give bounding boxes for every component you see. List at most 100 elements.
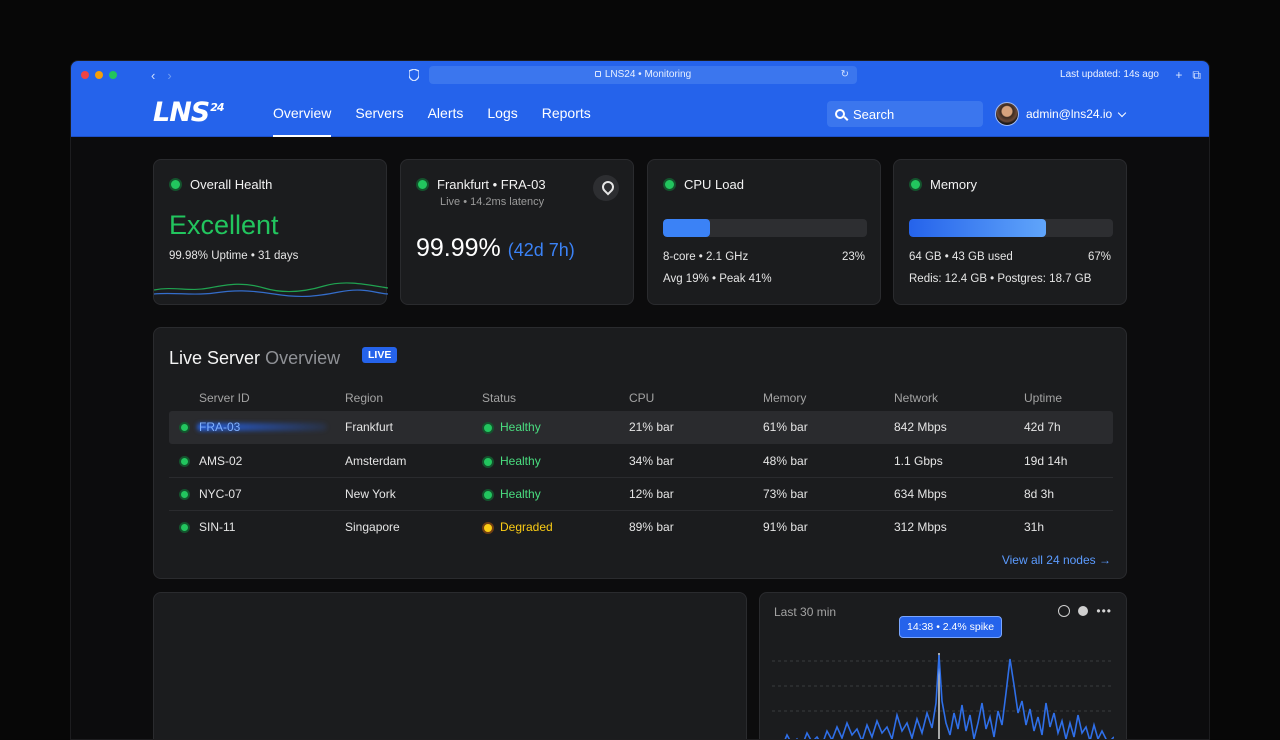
col-server-id[interactable]: Server ID xyxy=(199,388,250,408)
cpu-info: 8-core • 2.1 GHz xyxy=(663,251,749,263)
network-chart[interactable] xyxy=(772,643,1114,740)
copy-icon[interactable]: ⧉ xyxy=(1192,61,1201,89)
memory-percent: 67% xyxy=(1087,251,1111,263)
overall-health-card: Overall Health Excellent 99.98% Uptime •… xyxy=(153,159,388,305)
col-network[interactable]: Network xyxy=(894,388,938,408)
browser-actions: + ⧉ xyxy=(1175,61,1201,89)
logo[interactable]: LNS24 xyxy=(153,97,225,128)
cpu-value: 21% bar xyxy=(629,420,674,434)
cpu-load-card: CPU Load 8-core • 2.1 GHz 23% Avg 19% • … xyxy=(647,159,881,305)
overall-health-title: Overall Health xyxy=(190,177,273,192)
server-id[interactable]: NYC-07 xyxy=(199,478,242,511)
region: New York xyxy=(345,487,396,501)
server-id[interactable]: FRA-03 xyxy=(199,411,240,444)
address-text: LNS24 • Monitoring xyxy=(604,69,692,80)
app-header: LNS24 Overview Servers Alerts Logs Repor… xyxy=(71,89,1209,137)
memory-card: Memory 64 GB • 43 GB used 67% Redis: 12.… xyxy=(893,159,1127,305)
table-row[interactable]: AMS-02 Amsterdam Healthy 34% bar 48% bar… xyxy=(169,445,1113,478)
main-nav: Overview Servers Alerts Logs Reports xyxy=(273,89,603,137)
series-line xyxy=(784,654,1114,739)
table-row[interactable]: NYC-07 New York Healthy 12% bar 73% bar … xyxy=(169,478,1113,511)
minimize-window-button[interactable] xyxy=(95,71,103,79)
record-icon[interactable] xyxy=(1078,606,1089,616)
row-status-dot-icon xyxy=(179,522,190,533)
forward-arrow-icon[interactable]: › xyxy=(167,68,171,83)
history-arrows: ‹ › xyxy=(151,68,172,83)
status-dot-icon xyxy=(909,178,922,191)
reload-icon[interactable]: ↻ xyxy=(841,66,849,84)
health-status: Excellent xyxy=(169,210,279,240)
network-value: 842 Mbps xyxy=(894,420,947,434)
address-bar[interactable]: LNS24 • Monitoring ↻ xyxy=(429,66,857,84)
status-label: Healthy xyxy=(500,487,541,501)
memory-title: Memory xyxy=(930,177,977,192)
search-input[interactable] xyxy=(853,106,973,122)
cpu-value: 89% bar xyxy=(629,520,674,534)
col-uptime[interactable]: Uptime xyxy=(1024,388,1062,408)
time-range-label[interactable]: Last 30 min xyxy=(774,605,836,619)
table-row[interactable]: SIN-11 Singapore Degraded 89% bar 91% ba… xyxy=(169,511,1113,544)
browser-window: ‹ › LNS24 • Monitoring ↻ Last updated: 1… xyxy=(70,60,1210,740)
cpu-percent: 23% xyxy=(841,251,865,263)
server-id[interactable]: SIN-11 xyxy=(199,511,235,544)
uptime-value: 99.99% (42d 7h) xyxy=(416,234,575,263)
table-header: Server ID Region Status CPU Memory Netwo… xyxy=(169,388,1113,408)
cpu-load-title: CPU Load xyxy=(684,177,744,192)
user-email: admin@lns24.io xyxy=(1026,107,1113,121)
tab-alerts[interactable]: Alerts xyxy=(416,89,476,137)
circle-icon[interactable] xyxy=(1058,605,1071,617)
healthy-status-icon xyxy=(482,488,494,501)
network-value: 634 Mbps xyxy=(894,487,947,501)
col-memory[interactable]: Memory xyxy=(763,388,806,408)
card-title: Memory xyxy=(909,177,977,192)
memory-value: 91% bar xyxy=(763,520,808,534)
status-badge: Healthy xyxy=(482,445,541,478)
region: Singapore xyxy=(345,520,400,534)
title-muted: Overview xyxy=(265,348,341,368)
view-all-nodes-link[interactable]: View all 24 nodes → xyxy=(1002,553,1111,567)
location-pin-icon[interactable] xyxy=(593,175,619,201)
col-cpu[interactable]: CPU xyxy=(629,388,654,408)
uptime-value: 19d 14h xyxy=(1024,454,1068,468)
user-menu[interactable]: admin@lns24.io xyxy=(995,101,1127,127)
status-label: Degraded xyxy=(500,520,553,534)
close-window-button[interactable] xyxy=(81,71,89,79)
status-badge: Degraded xyxy=(482,511,553,544)
healthy-status-icon xyxy=(482,421,494,434)
status-dot-icon xyxy=(169,178,182,191)
chart-actions: ••• xyxy=(1058,605,1112,617)
memory-info: 64 GB • 43 GB used xyxy=(909,251,1013,263)
more-icon[interactable]: ••• xyxy=(1096,605,1112,617)
tab-servers[interactable]: Servers xyxy=(343,89,415,137)
tab-overview[interactable]: Overview xyxy=(273,89,343,137)
chart-tooltip: 14:38 • 2.4% spike xyxy=(899,616,1003,638)
cpu-progress-bar xyxy=(663,219,867,237)
col-region[interactable]: Region xyxy=(345,388,383,408)
region: Frankfurt xyxy=(345,420,394,434)
server-id[interactable]: AMS-02 xyxy=(199,445,242,478)
avatar[interactable] xyxy=(995,102,1019,126)
region: Amsterdam xyxy=(345,454,407,468)
tab-logs[interactable]: Logs xyxy=(475,89,529,137)
back-arrow-icon[interactable]: ‹ xyxy=(151,68,155,83)
status-label: Healthy xyxy=(500,454,541,468)
search-box[interactable] xyxy=(827,101,983,127)
table-row[interactable]: FRA-03 Frankfurt Healthy 21% bar 61% bar… xyxy=(169,411,1113,444)
network-value: 312 Mbps xyxy=(894,520,947,534)
tab-reports[interactable]: Reports xyxy=(530,89,603,137)
cpu-value: 12% bar xyxy=(629,487,674,501)
shield-icon[interactable] xyxy=(409,69,419,81)
live-badge: LIVE xyxy=(362,347,398,363)
browser-toolbar: ‹ › LNS24 • Monitoring ↻ Last updated: 1… xyxy=(71,61,1209,89)
new-tab-icon[interactable]: + xyxy=(1175,61,1182,89)
location-title: Frankfurt • FRA-03 xyxy=(437,177,546,192)
status-dot-icon xyxy=(416,178,429,191)
row-status-dot-icon xyxy=(179,456,190,467)
title-main: Live Server xyxy=(169,348,261,368)
chevron-down-icon[interactable] xyxy=(1117,108,1127,117)
maximize-window-button[interactable] xyxy=(109,71,117,79)
cpu-value: 34% bar xyxy=(629,454,674,468)
col-status[interactable]: Status xyxy=(482,388,516,408)
live-server-overview: Live Server Overview LIVE Server ID Regi… xyxy=(153,327,1127,579)
memory-value: 48% bar xyxy=(763,454,808,468)
